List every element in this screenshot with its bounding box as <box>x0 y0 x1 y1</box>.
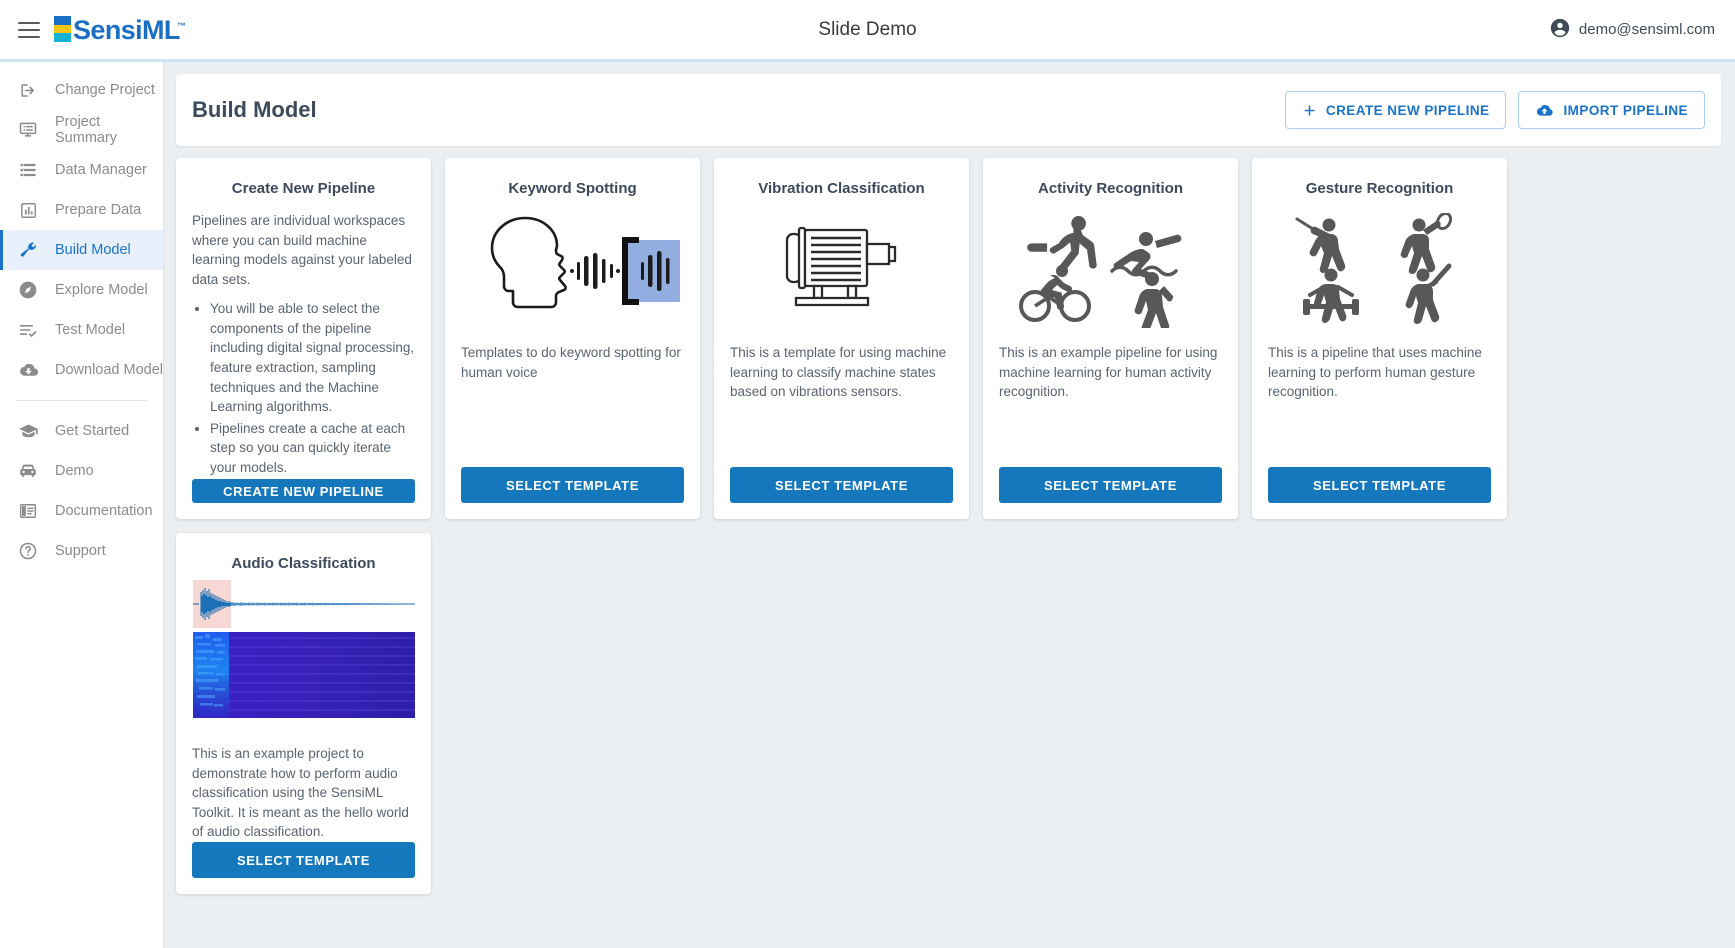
sidebar-item-label: Project Summary <box>55 114 118 146</box>
logo-text: SensiML <box>73 15 180 45</box>
sidebar-item-label: Build Model <box>55 242 131 258</box>
sidebar-divider <box>16 400 147 401</box>
card-keyword-spotting: Keyword Spotting Templates to do keyword… <box>445 158 700 519</box>
card-create-new-pipeline: Create New Pipeline Pipelines are indivi… <box>176 158 431 519</box>
head-soundwave-illustration <box>461 205 687 335</box>
page-title: Build Model <box>192 97 317 122</box>
card-description: This is an example pipeline for using ma… <box>999 345 1218 400</box>
cloud-download-icon <box>17 359 39 381</box>
electric-motor-illustration <box>730 205 953 335</box>
build-model-header-panel: Build Model CREATE NEW PIPELINE IMPORT P… <box>176 74 1721 146</box>
storage-icon <box>17 159 39 181</box>
sidebar-item-label: Test Model <box>55 322 126 338</box>
book-icon <box>17 500 39 522</box>
card-title: Activity Recognition <box>1037 180 1183 197</box>
page-title-center: Slide Demo <box>818 18 917 40</box>
login-arrow-icon <box>17 79 39 101</box>
hamburger-menu-icon[interactable] <box>18 21 40 38</box>
sidebar-item-prepare-data[interactable]: Prepare Data <box>0 190 163 230</box>
import-pipeline-button[interactable]: IMPORT PIPELINE <box>1518 91 1705 129</box>
bar-chart-icon <box>17 199 39 221</box>
sidebar-item-explore-model[interactable]: Explore Model <box>0 270 163 310</box>
card-audio-classification: Audio Classification This is an example … <box>176 533 431 894</box>
card-gesture-recognition: Gesture Recognition This is a pipeline t… <box>1252 158 1507 519</box>
card-description: Templates to do keyword spotting for hum… <box>461 345 681 380</box>
checklist-icon <box>17 319 39 341</box>
card-description: This is an example project to demonstrat… <box>192 746 409 840</box>
sidebar-item-label: Documentation <box>55 503 153 519</box>
card-bullet: Pipelines create a cache at each step so… <box>210 419 415 478</box>
sports-gesture-pictograms-illustration <box>1268 205 1491 335</box>
sidebar-item-demo[interactable]: Demo <box>0 451 163 491</box>
waveform-spectrogram-illustration <box>192 580 415 730</box>
card-description: Pipelines are individual workspaces wher… <box>192 213 412 287</box>
logo-mark-icon <box>54 16 71 43</box>
sidebar-item-label: Change Project <box>55 82 155 98</box>
card-title: Vibration Classification <box>758 180 925 197</box>
sidebar-item-test-model[interactable]: Test Model <box>0 310 163 350</box>
sensiml-logo[interactable]: SensiML ™ <box>54 15 189 45</box>
plus-icon <box>1302 103 1317 118</box>
header-actions: CREATE NEW PIPELINE IMPORT PIPELINE <box>1284 91 1705 129</box>
wrench-icon <box>17 239 39 261</box>
main-content: Build Model CREATE NEW PIPELINE IMPORT P… <box>164 62 1735 948</box>
card-title: Keyword Spotting <box>508 180 637 197</box>
card-activity-recognition: Activity Recognition This is an example … <box>983 158 1238 519</box>
card-description: This is a template for using machine lea… <box>730 345 947 400</box>
select-template-button-gesture-recognition[interactable]: SELECT TEMPLATE <box>1268 467 1491 503</box>
sidebar-item-change-project[interactable]: Change Project <box>0 70 163 110</box>
car-icon <box>17 460 39 482</box>
sidebar-item-label: Data Manager <box>55 162 147 178</box>
sidebar-item-label: Demo <box>55 463 94 479</box>
card-title: Create New Pipeline <box>231 180 376 197</box>
help-circle-icon <box>17 540 39 562</box>
sidebar-item-get-started[interactable]: Get Started <box>0 411 163 451</box>
card-title: Audio Classification <box>231 555 376 572</box>
sidebar-item-project-summary[interactable]: Project Summary <box>0 110 163 150</box>
account-menu[interactable]: demo@sensiml.com <box>1549 17 1715 43</box>
card-vibration-classification: Vibration Classification This is a templ… <box>714 158 969 519</box>
select-template-button-vibration-classification[interactable]: SELECT TEMPLATE <box>730 467 953 503</box>
card-bullet-list: You will be able to select the component… <box>210 299 415 479</box>
sidebar-item-label: Prepare Data <box>55 202 142 218</box>
card-bullet: You will be able to select the component… <box>210 299 415 416</box>
logo-trademark: ™ <box>176 21 186 31</box>
sidebar-item-label: Get Started <box>55 423 130 439</box>
compass-icon <box>17 279 39 301</box>
sidebar-item-build-model[interactable]: Build Model <box>0 230 163 270</box>
card-description: This is a pipeline that uses machine lea… <box>1268 345 1482 400</box>
account-circle-icon <box>1549 17 1571 43</box>
select-template-button-activity-recognition[interactable]: SELECT TEMPLATE <box>999 467 1222 503</box>
activity-pictograms-illustration <box>999 205 1222 335</box>
create-new-pipeline-label: CREATE NEW PIPELINE <box>1325 102 1490 118</box>
template-card-grid: Create New Pipeline Pipelines are indivi… <box>176 158 1721 894</box>
sidebar-item-label: Explore Model <box>55 282 148 298</box>
sidebar-item-label: Download Model <box>55 362 164 378</box>
sidebar-item-documentation[interactable]: Documentation <box>0 491 163 531</box>
account-email: demo@sensiml.com <box>1578 21 1715 38</box>
cloud-upload-icon <box>1535 101 1554 120</box>
select-template-button-keyword-spotting[interactable]: SELECT TEMPLATE <box>461 467 684 503</box>
graduation-cap-icon <box>17 420 39 442</box>
project-summary-icon <box>17 119 39 141</box>
sidebar-item-label: Support <box>55 543 106 559</box>
sidebar-navigation: Change Project Project Summary Data Mana <box>0 62 164 948</box>
sidebar-item-support[interactable]: Support <box>0 531 163 571</box>
create-new-pipeline-card-button[interactable]: CREATE NEW PIPELINE <box>192 479 415 503</box>
import-pipeline-label: IMPORT PIPELINE <box>1563 102 1688 118</box>
create-new-pipeline-button[interactable]: CREATE NEW PIPELINE <box>1284 91 1507 129</box>
sidebar-item-data-manager[interactable]: Data Manager <box>0 150 163 190</box>
top-app-bar: SensiML ™ Slide Demo demo@sensiml.com <box>0 0 1735 62</box>
card-title: Gesture Recognition <box>1305 180 1454 197</box>
select-template-button-audio-classification[interactable]: SELECT TEMPLATE <box>192 842 415 878</box>
sidebar-item-download-model[interactable]: Download Model <box>0 350 163 390</box>
